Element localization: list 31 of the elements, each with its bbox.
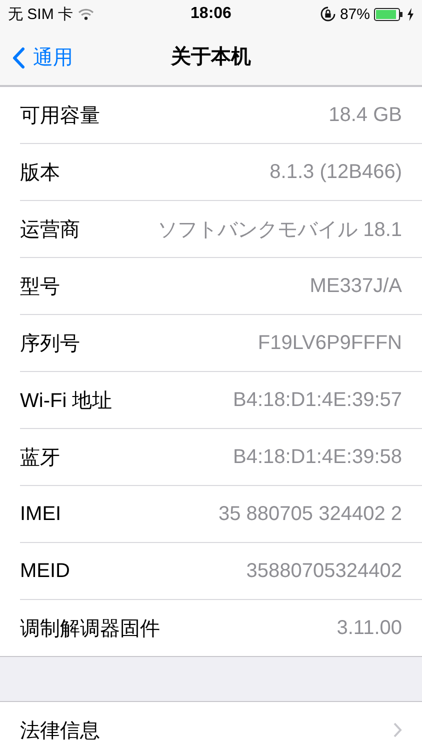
row-label: 调制解调器固件	[20, 616, 160, 642]
row-value: B4:18:D1:4E:39:58	[232, 446, 402, 468]
row-label: Wi-Fi 地址	[20, 388, 112, 414]
row-label: MEID	[20, 560, 70, 582]
battery-percentage: 87%	[340, 6, 370, 22]
back-chevron-icon	[12, 46, 25, 68]
row-value: ME337J/A	[310, 274, 402, 298]
carrier-label: 无 SIM 卡	[8, 4, 74, 24]
row-value: 35 880705 324402 2	[218, 502, 402, 526]
row-label: 运营商	[20, 218, 80, 242]
battery-icon	[374, 8, 403, 20]
row-value: F19LV6P9FFFN	[258, 332, 402, 354]
row-label: 蓝牙	[20, 446, 60, 470]
row-value: 8.1.3 (12B466)	[270, 160, 402, 184]
row-value: 3.11.00	[336, 616, 402, 640]
row-label: 可用容量	[20, 104, 100, 128]
row-label: 法律信息	[20, 718, 100, 744]
settings-row[interactable]: 法律信息	[20, 702, 422, 750]
wifi-icon	[78, 8, 94, 20]
row-value: 18.4 GB	[328, 104, 402, 126]
rotation-lock-icon	[320, 6, 336, 22]
row-label: IMEI	[20, 502, 62, 526]
clock-time: 18:06	[190, 5, 232, 23]
nav-title: 关于本机	[171, 44, 251, 70]
back-button[interactable]: 通用	[10, 40, 75, 75]
row-value: B4:18:D1:4E:39:57	[232, 388, 402, 412]
row-value: 35880705324402	[246, 560, 402, 582]
row-label: 版本	[20, 160, 60, 186]
row-label: 序列号	[20, 332, 80, 356]
row-value: ソフトバンクモバイル 18.1	[158, 218, 402, 242]
row-label: 型号	[20, 274, 60, 300]
